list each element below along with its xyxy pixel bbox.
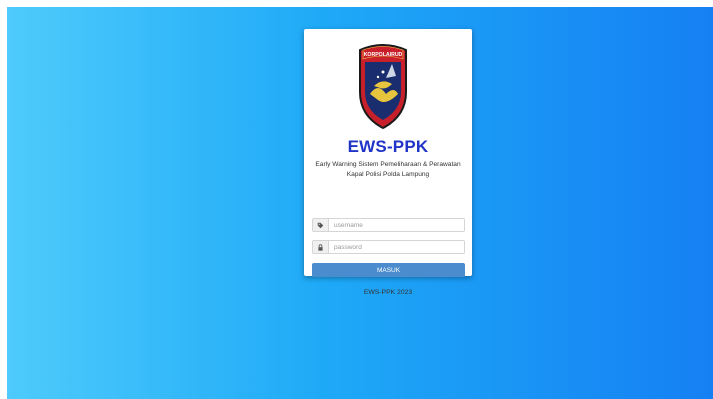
password-input[interactable] [329,241,464,253]
username-field [312,218,465,232]
password-field [312,240,465,254]
footer-text: EWS-PPK 2023 [363,289,413,296]
subtitle-line-1: Early Warning Sistem Pemeliharaan & Pera… [315,161,461,168]
app-subtitle: Early Warning Sistem Pemeliharaan & Pera… [312,160,464,180]
subtitle-line-2: Kapal Polisi Polda Lampung [346,171,430,178]
tag-icon [313,219,329,231]
lock-icon [313,241,329,253]
login-card: KORPOLAIRUD EWS-PPK Early Warning Sistem… [304,29,472,296]
username-input[interactable] [329,219,464,231]
app-title: EWS-PPK [347,137,429,156]
korpolairud-emblem-logo: KORPOLAIRUD [359,44,407,130]
login-button[interactable]: MASUK [312,263,465,277]
svg-text:KORPOLAIRUD: KORPOLAIRUD [364,52,403,58]
